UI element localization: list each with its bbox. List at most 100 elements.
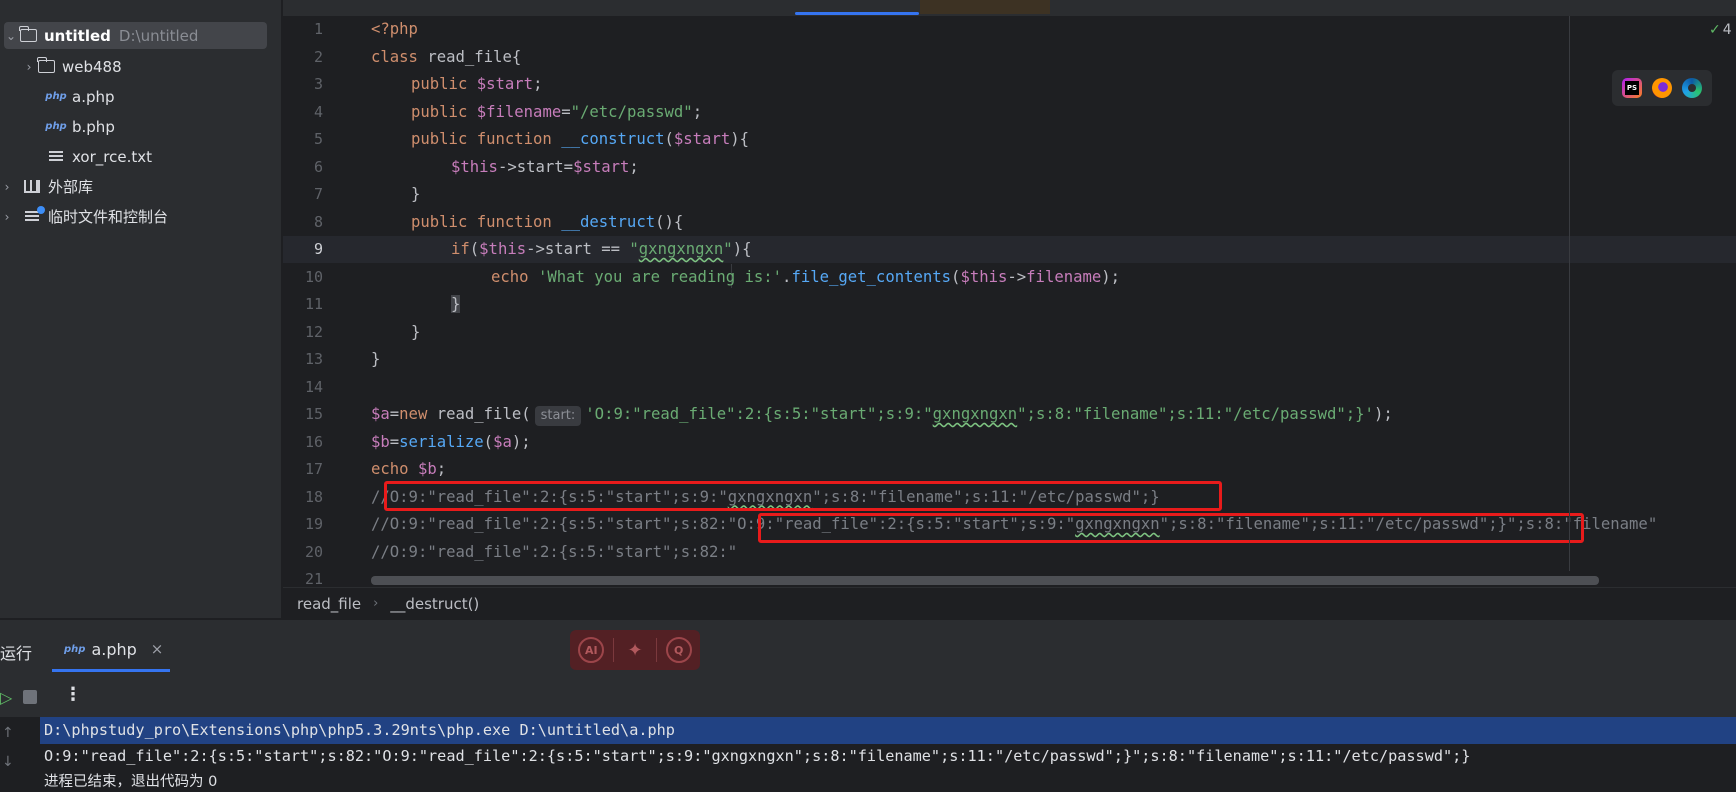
right-margin-guide bbox=[1569, 16, 1570, 571]
horizontal-scrollbar[interactable] bbox=[371, 576, 1599, 585]
line-number: 4 bbox=[313, 102, 323, 121]
tree-item-label: a.php bbox=[72, 87, 115, 106]
tree-item-xor-rce-txt[interactable]: xor_rce.txt bbox=[46, 143, 152, 170]
breadcrumb-separator-icon: › bbox=[373, 596, 379, 611]
tree-item-label: 临时文件和控制台 bbox=[48, 208, 169, 226]
rerun-icon[interactable]: ▷ bbox=[0, 688, 12, 707]
breadcrumb-item[interactable]: read_file bbox=[297, 595, 361, 613]
breadcrumb-item[interactable]: __destruct() bbox=[390, 595, 479, 613]
chevron-right-icon[interactable]: › bbox=[22, 60, 36, 74]
code-line-13[interactable]: } bbox=[371, 346, 380, 373]
ai-assistant-button[interactable]: AI bbox=[578, 637, 605, 663]
line-number: 21 bbox=[304, 570, 323, 587]
library-icon bbox=[22, 179, 42, 195]
code-line-11[interactable]: } bbox=[451, 291, 461, 318]
code-line-15[interactable]: $a=new read_file(start: 'O:9:"read_file":… bbox=[371, 401, 1393, 428]
line-number: 17 bbox=[304, 460, 323, 478]
editor-tab-modified[interactable] bbox=[920, 0, 1050, 14]
stop-icon[interactable] bbox=[23, 690, 37, 704]
run-tab-label: a.php bbox=[91, 639, 137, 659]
inspection-check-icon[interactable]: ✓ 4 bbox=[1709, 22, 1732, 38]
run-tool-window: 运行 php a.php × AI ✦ Q ▷ ⋮ ↑ ↓ D:\phpstud… bbox=[0, 619, 1736, 792]
text-file-icon bbox=[46, 149, 66, 165]
root-path: D:\untitled bbox=[118, 26, 199, 45]
tree-item-scratches[interactable]: › 临时文件和控制台 bbox=[0, 203, 168, 230]
code-line-8[interactable]: public function __destruct(){ bbox=[411, 209, 683, 236]
root-name: untitled bbox=[44, 26, 111, 45]
tree-root-untitled[interactable]: ⌄ untitled D:\untitled bbox=[4, 22, 267, 49]
line-number: 7 bbox=[313, 185, 323, 203]
code-line-18[interactable]: //O:9:"read_file":2:{s:5:"start";s:9:"gx… bbox=[371, 484, 1160, 511]
code-line-20[interactable]: //O:9:"read_file":2:{s:5:"start";s:82:" bbox=[371, 539, 737, 566]
line-number: 16 bbox=[304, 432, 323, 451]
line-number-gutter[interactable]: 1 2 3 4 5 6 7 8 9 10 11 12 13 14 15 16 1… bbox=[283, 16, 355, 587]
chevron-right-icon[interactable]: › bbox=[0, 180, 14, 194]
code-line-12[interactable]: } bbox=[411, 319, 420, 346]
magic-wand-button[interactable]: ✦ bbox=[622, 637, 648, 663]
tree-item-label: b.php bbox=[72, 117, 115, 136]
console-output[interactable]: ↑ ↓ D:\phpstudy_pro\Extensions\php\php5.… bbox=[0, 717, 1736, 792]
firefox-icon[interactable] bbox=[1652, 78, 1672, 98]
php-file-icon: php bbox=[45, 91, 67, 102]
code-line-7[interactable]: } bbox=[411, 181, 420, 208]
php-file-icon: php bbox=[45, 121, 67, 132]
line-number: 13 bbox=[304, 350, 323, 368]
code-line-3[interactable]: public $start; bbox=[411, 71, 542, 98]
line-number: 20 bbox=[304, 542, 323, 561]
line-number-current: 9 bbox=[313, 240, 323, 258]
run-toolbar: ▷ ⋮ bbox=[0, 681, 1736, 713]
console-line: 进程已结束，退出代码为 0 bbox=[44, 774, 218, 790]
edge-icon[interactable] bbox=[1682, 78, 1702, 98]
console-line: O:9:"read_file":2:{s:5:"start";s:82:"O:9… bbox=[44, 747, 1471, 765]
breadcrumb: read_file › __destruct() bbox=[283, 587, 1736, 619]
code-line-10[interactable]: echo 'What you are reading is:'.file_get… bbox=[491, 264, 1120, 291]
toolbar-divider bbox=[612, 638, 614, 662]
line-number: 11 bbox=[304, 295, 323, 313]
scroll-down-icon[interactable]: ↓ bbox=[2, 754, 14, 770]
code-line-16[interactable]: $b=serialize($a); bbox=[371, 429, 531, 456]
code-line-1[interactable]: <?php bbox=[371, 16, 418, 43]
scratches-icon bbox=[22, 205, 45, 225]
project-tool-window: ⌄ untitled D:\untitled › web488 php a.ph… bbox=[0, 0, 282, 618]
line-number: 18 bbox=[304, 487, 323, 506]
line-number: 15 bbox=[304, 405, 323, 423]
close-icon[interactable]: × bbox=[151, 640, 164, 658]
tree-item-external-libraries[interactable]: › 外部库 bbox=[0, 173, 93, 200]
tree-item-web488[interactable]: › web488 bbox=[22, 53, 122, 80]
active-tab-indicator bbox=[795, 12, 919, 15]
browser-popup bbox=[1612, 70, 1712, 106]
chevron-down-icon[interactable]: ⌄ bbox=[4, 29, 18, 43]
code-line-9[interactable]: if($this->start == "gxngxngxn"){ bbox=[451, 236, 751, 263]
toolbar-divider bbox=[656, 638, 658, 662]
code-line-19[interactable]: //O:9:"read_file":2:{s:5:"start";s:82:"O… bbox=[371, 511, 1657, 538]
line-number: 10 bbox=[304, 267, 323, 286]
code-line-5[interactable]: public function __construct($start){ bbox=[411, 126, 749, 153]
line-number: 6 bbox=[313, 157, 323, 176]
tree-item-label: xor_rce.txt bbox=[72, 147, 152, 166]
tree-item-a-php[interactable]: php a.php bbox=[45, 83, 115, 110]
php-file-icon: php bbox=[64, 643, 86, 655]
inspection-count: 4 bbox=[1722, 22, 1732, 38]
active-run-tab-indicator bbox=[52, 669, 170, 672]
code-line-2[interactable]: class read_file{ bbox=[371, 44, 521, 71]
code-line-17[interactable]: echo $b; bbox=[371, 456, 446, 483]
tree-item-label: 外部库 bbox=[48, 178, 94, 196]
phpstorm-icon[interactable] bbox=[1622, 78, 1642, 98]
run-tab-a-php[interactable]: php a.php × bbox=[64, 636, 163, 662]
scroll-up-icon[interactable]: ↑ bbox=[2, 725, 14, 741]
line-number: 2 bbox=[313, 47, 323, 66]
run-window-title: 运行 bbox=[0, 644, 33, 663]
code-editor[interactable]: 1 2 3 4 5 6 7 8 9 10 11 12 13 14 15 16 1… bbox=[283, 16, 1736, 587]
ai-floating-toolbar: AI ✦ Q bbox=[570, 630, 700, 670]
chevron-right-icon[interactable]: › bbox=[0, 210, 14, 224]
line-number: 5 bbox=[313, 130, 323, 148]
tree-item-label: web488 bbox=[62, 57, 122, 76]
search-button[interactable]: Q bbox=[665, 637, 692, 663]
code-line-4[interactable]: public $filename="/etc/passwd"; bbox=[411, 99, 702, 126]
line-number: 14 bbox=[304, 377, 323, 396]
code-line-6[interactable]: $this->start=$start; bbox=[451, 154, 639, 181]
tree-item-b-php[interactable]: php b.php bbox=[45, 113, 115, 140]
more-options-icon[interactable]: ⋮ bbox=[64, 684, 82, 705]
line-number: 19 bbox=[304, 515, 323, 533]
folder-icon bbox=[18, 26, 38, 44]
